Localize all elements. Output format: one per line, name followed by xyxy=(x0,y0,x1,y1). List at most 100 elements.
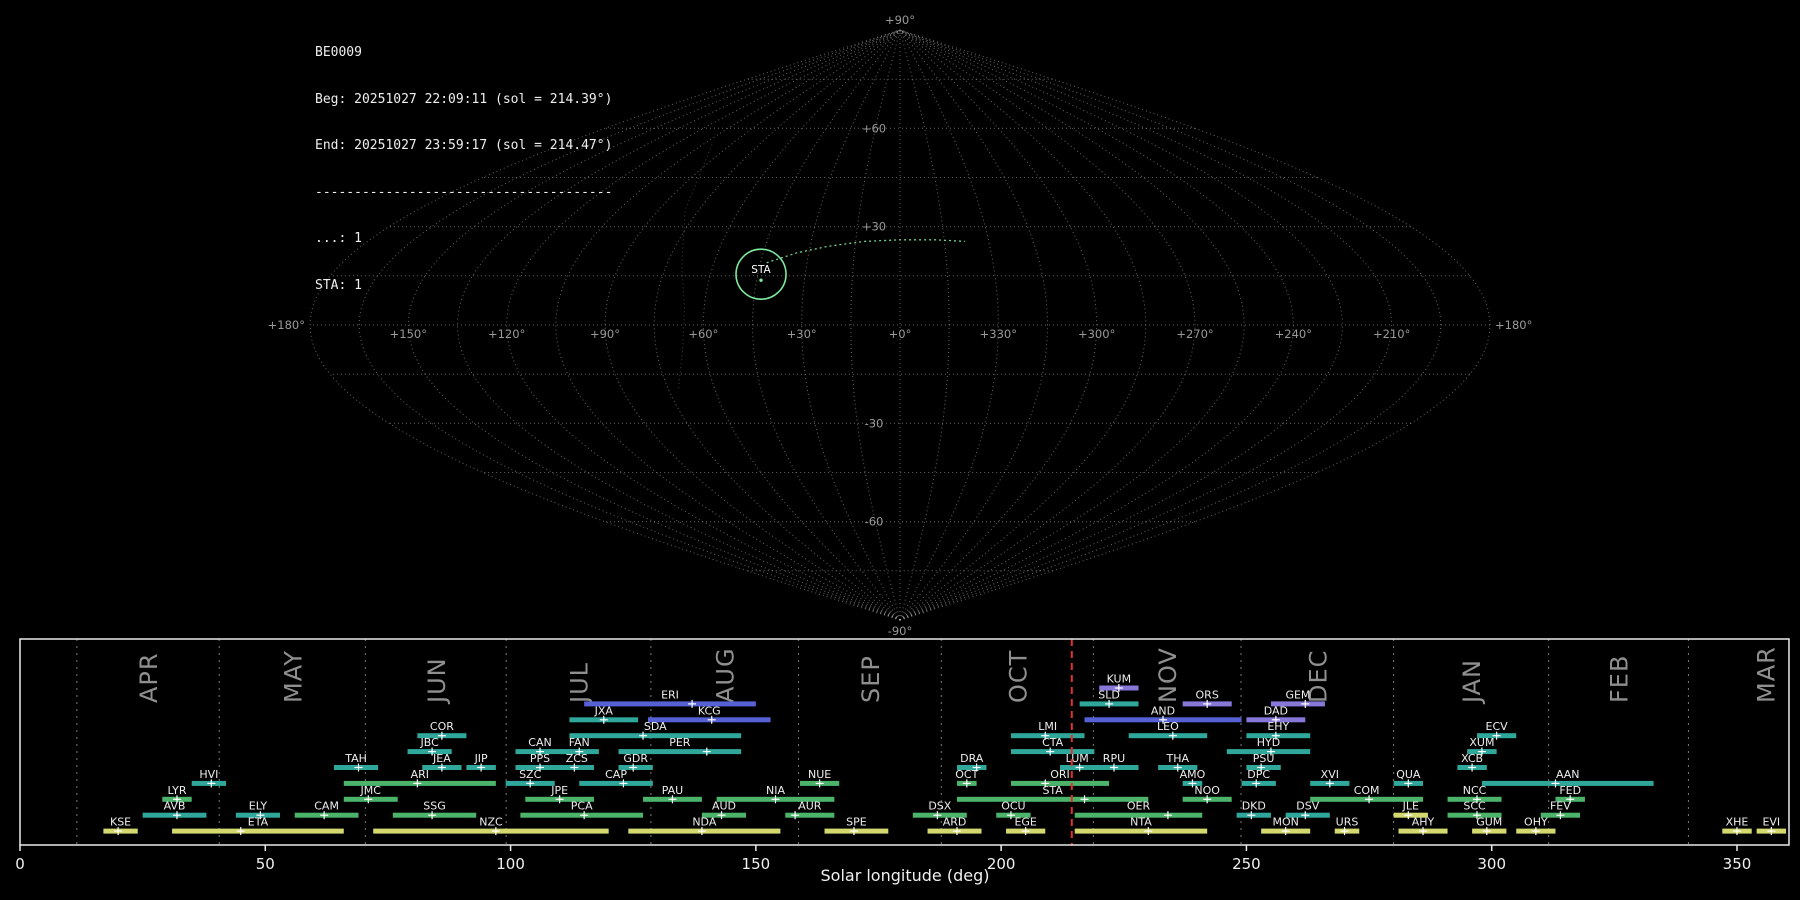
shower-label-jmc: JMC xyxy=(360,784,382,797)
sky-lon-label: +180° xyxy=(1495,318,1532,332)
sky-lon-label: +240° xyxy=(1275,327,1312,341)
sky-lon-label: +210° xyxy=(1373,327,1410,341)
sky-grid-meridian xyxy=(900,30,1244,620)
shower-label-kse: KSE xyxy=(110,816,131,829)
shower-label-qua: QUA xyxy=(1396,768,1421,781)
shower-label-noo: NOO xyxy=(1194,784,1220,797)
month-label-feb: FEB xyxy=(1606,655,1634,703)
shower-label-lyr: LYR xyxy=(167,784,186,797)
shower-label-cap: CAP xyxy=(605,768,627,781)
shower-label-eri: ERI xyxy=(661,688,679,701)
shower-label-aud: AUD xyxy=(712,800,736,813)
radiant-trail xyxy=(767,240,965,263)
month-label-oct: OCT xyxy=(1004,650,1032,703)
month-label-jun: JUN xyxy=(423,657,451,705)
shower-label-nta: NTA xyxy=(1130,816,1152,829)
shower-label-lum: LUM xyxy=(1066,752,1089,765)
shower-label-xcb: XCB xyxy=(1461,752,1483,765)
shower-bar-eta xyxy=(172,829,344,834)
shower-label-evi: EVI xyxy=(1762,816,1780,829)
shower-label-xum: XUM xyxy=(1469,736,1494,749)
sky-lat-label: -30 xyxy=(865,416,884,430)
shower-label-scc: SCC xyxy=(1463,800,1486,813)
shower-label-szc: SZC xyxy=(519,768,542,781)
shower-label-urs: URS xyxy=(1336,816,1359,829)
shower-label-and: AND xyxy=(1151,704,1175,717)
shower-label-jea: JEA xyxy=(432,752,451,765)
shower-label-oct: OCT xyxy=(955,768,978,781)
shower-label-spe: SPE xyxy=(846,816,867,829)
shower-label-cam: CAM xyxy=(314,800,339,813)
shower-label-sda: SDA xyxy=(644,720,667,733)
shower-label-jbc: JBC xyxy=(419,736,439,749)
shower-label-nda: NDA xyxy=(692,816,717,829)
shower-label-dsx: DSX xyxy=(928,800,951,813)
shower-label-jxa: JXA xyxy=(594,704,614,717)
shower-label-jle: JLE xyxy=(1402,800,1419,813)
shower-label-pps: PPS xyxy=(530,752,550,765)
sky-lat-label: +60 xyxy=(862,121,886,135)
shower-label-com: COM xyxy=(1354,784,1380,797)
sky-lat-label: -60 xyxy=(865,515,884,529)
radiant-point xyxy=(759,278,762,281)
radiant-label: STA xyxy=(751,264,771,276)
begin-time: Beg: 20251027 22:09:11 (sol = 214.39°) xyxy=(315,92,612,108)
shower-bar-nzc xyxy=(373,829,608,834)
shower-label-ege: EGE xyxy=(1014,816,1036,829)
shower-label-gum: GUM xyxy=(1476,816,1502,829)
sporadic-count: ...: 1 xyxy=(315,231,612,247)
shower-label-hvi: HVI xyxy=(199,768,218,781)
sky-lon-label: +300° xyxy=(1078,327,1115,341)
shower-label-avb: AVB xyxy=(164,800,186,813)
end-time: End: 20251027 23:59:17 (sol = 214.47°) xyxy=(315,138,612,154)
shower-label-sld: SLD xyxy=(1098,688,1120,701)
month-label-jul: JUL xyxy=(566,662,594,705)
shower-label-amo: AMO xyxy=(1180,768,1206,781)
observation-info: BE0009 Beg: 20251027 22:09:11 (sol = 214… xyxy=(315,14,612,309)
shower-label-jpe: JPE xyxy=(550,784,568,797)
shower-label-fed: FED xyxy=(1559,784,1581,797)
shower-label-ori: ORI xyxy=(1050,768,1070,781)
separator-line: -------------------------------------- xyxy=(315,185,612,201)
shower-label-ncc: NCC xyxy=(1463,784,1487,797)
shower-label-kcg: KCG xyxy=(698,704,721,717)
shower-label-mon: MON xyxy=(1272,816,1298,829)
shower-label-ahy: AHY xyxy=(1412,816,1435,829)
shower-label-xhe: XHE xyxy=(1726,816,1749,829)
shower-label-nia: NIA xyxy=(766,784,785,797)
shower-label-ors: ORS xyxy=(1196,688,1219,701)
station-id: BE0009 xyxy=(315,45,612,61)
sky-pole-label-south: -90° xyxy=(888,624,913,638)
sky-lon-label: +270° xyxy=(1176,327,1213,341)
shower-label-gdr: GDR xyxy=(623,752,648,765)
shower-label-tah: TAH xyxy=(344,752,367,765)
scene-canvas: +180°+150°+120°+90°+60°+30°+0°+330°+300°… xyxy=(0,0,1800,900)
month-label-apr: APR xyxy=(135,652,163,703)
sky-grid-meridian xyxy=(851,30,900,620)
shower-label-nue: NUE xyxy=(808,768,831,781)
sky-lon-label: +90° xyxy=(590,327,620,341)
sky-lon-label: +120° xyxy=(488,327,525,341)
shower-label-oer: OER xyxy=(1127,800,1151,813)
shower-label-fan: FAN xyxy=(569,736,590,749)
page-root: { "info": { "station": "BE0009", "begin"… xyxy=(0,0,1800,900)
shower-label-xvi: XVI xyxy=(1321,768,1339,781)
sky-lon-label: +150° xyxy=(390,327,427,341)
shower-label-psu: PSU xyxy=(1253,752,1275,765)
month-label-may: MAY xyxy=(279,650,307,703)
shower-label-ecv: ECV xyxy=(1486,720,1509,733)
sky-lon-label: +30° xyxy=(787,327,817,341)
shower-label-fev: FEV xyxy=(1550,800,1571,813)
sky-faint-curve xyxy=(678,145,712,391)
shower-bar-leo xyxy=(1129,733,1207,738)
shower-label-eta: ETA xyxy=(248,816,269,829)
shower-label-gem: GEM xyxy=(1285,688,1310,701)
shower-label-aan: AAN xyxy=(1556,768,1580,781)
sky-lon-label: +180° xyxy=(268,318,305,332)
sky-grid-meridian xyxy=(900,30,1146,620)
shower-label-nzc: NZC xyxy=(479,816,503,829)
shower-label-ocu: OCU xyxy=(1001,800,1025,813)
sta-count: STA: 1 xyxy=(315,278,612,294)
shower-bar-nta xyxy=(1075,829,1207,834)
shower-label-ssg: SSG xyxy=(423,800,446,813)
